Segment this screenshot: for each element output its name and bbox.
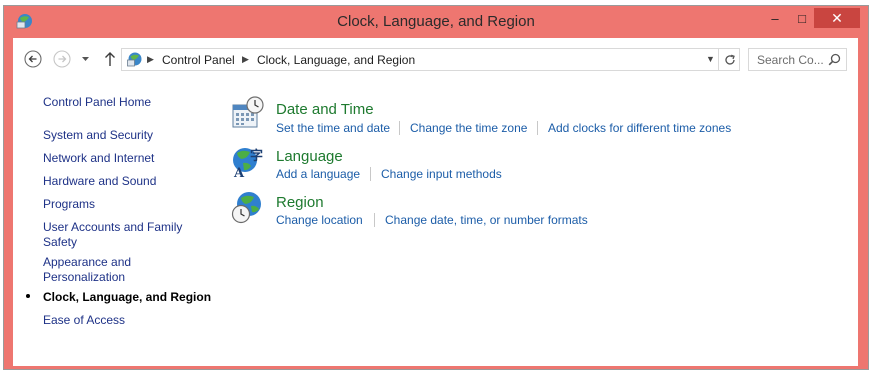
- window-title: Clock, Language, and Region: [337, 13, 535, 30]
- back-arrow-icon: [24, 50, 42, 68]
- sidebar-item-hardware-and-sound[interactable]: Hardware and Sound: [43, 174, 156, 189]
- window-content: ▶ Control Panel ▶ Clock, Language, and R…: [13, 38, 858, 366]
- sidebar-item-clock-language-region: Clock, Language, and Region: [43, 290, 212, 304]
- forward-arrow-icon: [53, 50, 71, 68]
- task-change-formats[interactable]: Change date, time, or number formats: [385, 213, 588, 227]
- current-item-bullet: [26, 294, 30, 298]
- minimize-button[interactable]: –: [761, 8, 789, 28]
- category-date-and-time[interactable]: Date and Time: [276, 101, 374, 118]
- address-dropdown-icon[interactable]: ▼: [706, 54, 715, 64]
- clock-calendar-icon[interactable]: [231, 96, 265, 130]
- breadcrumb-control-panel[interactable]: Control Panel: [162, 53, 235, 67]
- category-language[interactable]: Language: [276, 148, 343, 165]
- sidebar-item-control-panel-home[interactable]: Control Panel Home: [43, 95, 151, 110]
- task-separator: [537, 121, 538, 135]
- up-arrow-icon: [105, 52, 115, 66]
- search-input[interactable]: Search Co...: [748, 48, 847, 71]
- sidebar-item-network-and-internet[interactable]: Network and Internet: [43, 151, 154, 166]
- task-set-time-and-date[interactable]: Set the time and date: [276, 121, 390, 135]
- task-separator: [374, 213, 375, 227]
- region-globe-clock-icon[interactable]: [231, 190, 265, 224]
- close-button[interactable]: ✕: [814, 8, 860, 28]
- task-change-input-methods[interactable]: Change input methods: [381, 167, 502, 181]
- refresh-icon: [725, 54, 735, 65]
- search-icon[interactable]: [828, 53, 841, 66]
- control-panel-window: Clock, Language, and Region – □ ✕ ▶ Cont…: [3, 5, 869, 370]
- sidebar-item-appearance[interactable]: Appearance and: [43, 255, 131, 270]
- breadcrumb-separator-icon[interactable]: ▶: [147, 54, 154, 65]
- category-region[interactable]: Region: [276, 194, 324, 211]
- control-panel-icon: [127, 52, 142, 67]
- task-change-location[interactable]: Change location: [276, 213, 363, 227]
- refresh-button[interactable]: [718, 49, 741, 70]
- task-change-time-zone[interactable]: Change the time zone: [410, 121, 527, 135]
- sidebar-item-programs[interactable]: Programs: [43, 197, 95, 212]
- breadcrumb-current[interactable]: Clock, Language, and Region: [257, 53, 415, 67]
- recent-locations-button[interactable]: [79, 49, 91, 69]
- chevron-down-icon: [81, 57, 89, 61]
- task-add-clocks[interactable]: Add clocks for different time zones: [548, 121, 731, 135]
- svg-text:字: 字: [250, 148, 263, 164]
- maximize-button[interactable]: □: [788, 8, 816, 28]
- search-placeholder: Search Co...: [757, 53, 824, 67]
- sidebar-item-user-accounts[interactable]: User Accounts and Family: [43, 220, 182, 235]
- svg-text:A: A: [233, 166, 245, 178]
- sidebar-item-system-and-security[interactable]: System and Security: [43, 128, 153, 143]
- breadcrumb-separator-icon[interactable]: ▶: [242, 54, 249, 65]
- task-separator: [399, 121, 400, 135]
- sidebar-item-appearance-line2[interactable]: Personalization: [43, 270, 125, 285]
- title-bar[interactable]: Clock, Language, and Region – □ ✕: [4, 6, 868, 38]
- sidebar-item-user-accounts-line2[interactable]: Safety: [43, 235, 77, 250]
- task-add-a-language[interactable]: Add a language: [276, 167, 360, 181]
- back-button[interactable]: [23, 49, 43, 69]
- up-button[interactable]: [100, 49, 120, 69]
- forward-button[interactable]: [52, 49, 72, 69]
- sidebar-item-ease-of-access[interactable]: Ease of Access: [43, 313, 125, 328]
- task-separator: [370, 167, 371, 181]
- address-bar[interactable]: ▶ Control Panel ▶ Clock, Language, and R…: [121, 48, 740, 71]
- language-globe-icon[interactable]: A 字: [231, 144, 265, 178]
